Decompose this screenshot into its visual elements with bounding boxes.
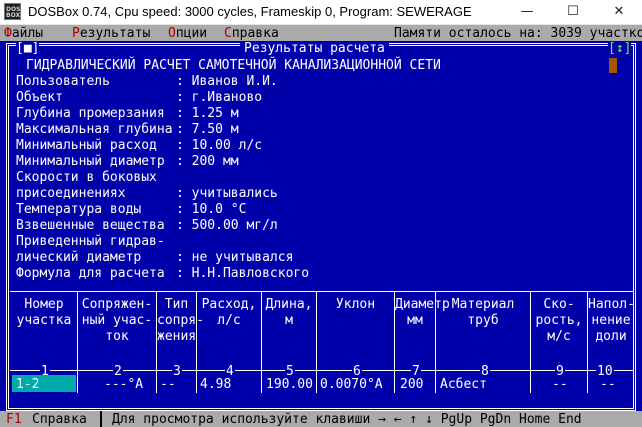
param-value: : 1.25 м (176, 106, 239, 121)
app-icon-text: DOS BOX (6, 6, 21, 19)
menu-help[interactable]: Справка (224, 26, 279, 41)
table-top-border (10, 291, 634, 292)
param-label: Объект (16, 90, 63, 105)
table-header-length: Длина, м (265, 297, 313, 328)
results-window-title: Результаты расчета (240, 41, 389, 56)
menu-results-hotkey: Р (72, 26, 80, 41)
table-cell[interactable]: ---°А (104, 377, 143, 392)
menu-files-hotkey: Ф (4, 26, 12, 41)
menu-help-label: правка (231, 26, 279, 41)
menu-files[interactable]: Файлы (4, 26, 43, 41)
dosbox-app-icon[interactable]: DOS BOX (4, 3, 21, 20)
param-value: : Н.Н.Павловского (176, 266, 310, 281)
menu-results-label: езультаты (79, 26, 151, 41)
menu-options-hotkey: О (168, 26, 176, 41)
param-label: Приведенный гидрав- (16, 234, 165, 249)
param-value: : 10.0 °С (176, 202, 247, 217)
table-cell[interactable]: -- (160, 377, 176, 392)
table-header-velocity: Ско- рость, м/с (535, 297, 583, 344)
memory-remaining: Памяти осталось на: 3039 участков (394, 26, 642, 41)
table-header-flow-rate: Расход, л/с (201, 297, 257, 328)
param-value: : г.Иваново (176, 90, 263, 105)
window-zoom-box[interactable]: [↕] (608, 41, 632, 56)
param-label: присоединениях (16, 186, 126, 201)
param-label: лический диаметр (16, 250, 142, 265)
menu-help-hotkey: С (224, 26, 232, 41)
param-label: Максимальная глубина (16, 122, 173, 137)
table-cell[interactable]: 200 (400, 377, 423, 392)
window-title-bar[interactable]: DOS BOX DOSBox 0.74, Cpu speed: 3000 cyc… (0, 0, 642, 25)
param-label: Минимальный диаметр (16, 154, 165, 169)
param-label: Формула для расчета (16, 266, 165, 281)
table-header-pipe-material: Материал труб (451, 297, 515, 328)
menu-files-label: айлы (11, 26, 44, 41)
table-cell[interactable]: 4.98 (200, 377, 231, 392)
table-header-adjacent-section: Сопряжен- ный учас- ток (81, 297, 153, 344)
param-label: Скорости в боковых (16, 170, 157, 185)
table-cell[interactable]: Асбест (440, 377, 487, 392)
status-bar: F1 Справка Для просмотра используйте кла… (0, 411, 642, 427)
param-value: : 7.50 м (176, 122, 239, 137)
scrollbar-thumb[interactable] (609, 58, 617, 73)
param-value: : 10.00 л/с (176, 138, 263, 153)
table-header-filling: Напол- нение доли (588, 297, 635, 344)
menu-options[interactable]: Опции (168, 26, 207, 41)
param-label: Глубина промерзания (16, 106, 165, 121)
close-button[interactable]: ✕ (596, 0, 642, 24)
param-value: : 200 мм (176, 154, 239, 169)
status-navigation-hint: Для просмотра используйте клавиши → ← ↑ … (112, 412, 582, 427)
param-label: Пользователь (16, 74, 110, 89)
param-value: : Иванов И.И. (176, 74, 278, 89)
status-f1-key[interactable]: F1 (6, 412, 22, 427)
param-value: : 500.00 мг/л (176, 218, 278, 233)
table-cell[interactable]: 1-2 (16, 377, 39, 392)
window-close-box[interactable]: [■] (16, 41, 40, 56)
table-header-section-number: Номер участка (16, 297, 72, 328)
table-header-diameter: Диаметр мм (395, 297, 450, 328)
table-header-slope: Уклон (335, 297, 376, 312)
dos-screen: Файлы Результаты Опции Справка Памяти ос… (0, 25, 642, 427)
status-help-label[interactable]: Справка (32, 412, 87, 427)
menu-bar: Файлы Результаты Опции Справка Памяти ос… (0, 25, 642, 41)
table-header-junction-type: Тип сопря- жения (157, 297, 204, 344)
table-cell[interactable]: 0.0070°А (320, 377, 383, 392)
status-separator (100, 411, 102, 427)
param-label: Взвешенные вещества (16, 218, 165, 233)
table-cell[interactable]: -- (600, 377, 616, 392)
menu-options-label: пции (175, 26, 208, 41)
param-value: : учитывались (176, 186, 278, 201)
table-cell[interactable]: 190.00 (266, 377, 313, 392)
param-label: Минимальный расход (16, 138, 157, 153)
menu-results[interactable]: Результаты (72, 26, 150, 41)
window-title: DOSBox 0.74, Cpu speed: 3000 cycles, Fra… (28, 4, 472, 19)
table-header-divider (10, 370, 634, 371)
table-cell[interactable]: -- (552, 377, 568, 392)
maximize-button[interactable]: ☐ (550, 0, 596, 24)
param-label: Температура воды (16, 202, 142, 217)
param-value: : не учитывался (176, 250, 294, 265)
report-heading: ГИДРАВЛИЧЕСКИЙ РАСЧЕТ САМОТЕЧНОЙ КАНАЛИЗ… (26, 58, 441, 73)
minimize-button[interactable]: — (504, 0, 550, 24)
